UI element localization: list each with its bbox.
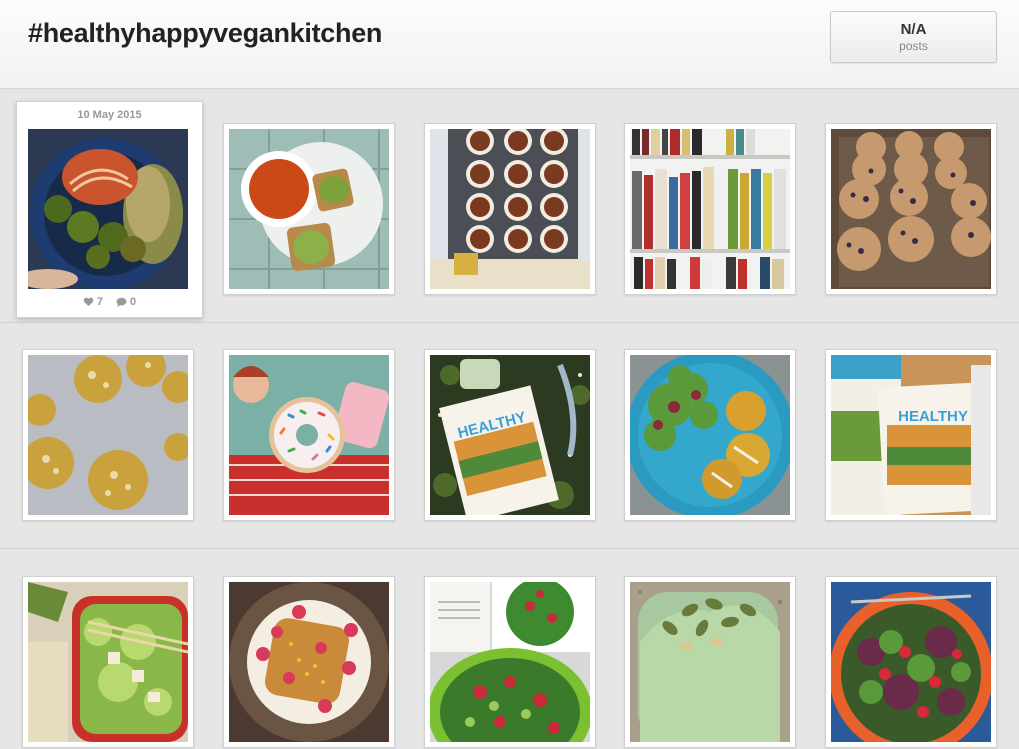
photo-tile[interactable] (223, 349, 395, 521)
photo-strawberry-spinach-salad[interactable] (430, 582, 590, 742)
photo-french-toast-raspberries[interactable] (229, 582, 389, 742)
photo-tile[interactable] (825, 123, 997, 295)
photo-green-smoothie[interactable] (630, 582, 790, 742)
photo-veggie-burger[interactable] (28, 129, 188, 289)
photo-tile[interactable]: HEALTHY (424, 349, 596, 521)
photo-tile[interactable]: HEALTHY (825, 349, 997, 521)
photo-salad-and-patties[interactable] (630, 355, 790, 515)
photo-tile[interactable] (424, 576, 596, 748)
photo-tile[interactable] (825, 576, 997, 748)
likes-stat[interactable]: 7 (83, 296, 103, 308)
photo-bookshelf[interactable] (630, 129, 790, 289)
photo-cupcake-tin[interactable] (430, 129, 590, 289)
photo-sprinkle-donut[interactable] (229, 355, 389, 515)
photo-tile[interactable] (223, 576, 395, 748)
photo-cookbooks-on-table[interactable]: HEALTHY (831, 355, 991, 515)
comments-stat[interactable]: 0 (116, 296, 136, 308)
post-stats: 7 0 (17, 296, 202, 310)
photo-tile[interactable] (624, 349, 796, 521)
photo-tile[interactable] (223, 123, 395, 295)
page-header: #healthyhappyvegankitchen N/A posts (0, 0, 1019, 89)
photo-salad-bowl-chopsticks[interactable] (28, 582, 188, 742)
row-divider (0, 548, 1019, 549)
post-date: 10 May 2015 (77, 109, 142, 121)
posts-count-button[interactable]: N/A posts (830, 11, 997, 63)
photo-mixed-greens-strawberries[interactable] (831, 582, 991, 742)
photo-blueberry-muffins[interactable] (831, 129, 991, 289)
photo-cookbook-on-grass[interactable]: HEALTHY (430, 355, 590, 515)
photo-tile[interactable] (22, 576, 194, 748)
photo-tile[interactable] (624, 123, 796, 295)
likes-count: 7 (96, 296, 103, 308)
svg-text:HEALTHY: HEALTHY (898, 408, 968, 425)
photo-tile-featured[interactable]: 10 May 2015 7 0 (16, 101, 203, 318)
photo-tile[interactable] (22, 349, 194, 521)
comments-count: 0 (130, 296, 137, 308)
posts-count: N/A (900, 21, 927, 38)
row-divider (0, 322, 1019, 323)
photo-oat-cookies[interactable] (28, 355, 188, 515)
photo-tile[interactable] (624, 576, 796, 748)
comment-icon (116, 297, 127, 307)
heart-icon (83, 297, 94, 307)
hashtag-title: #healthyhappyvegankitchen (28, 18, 383, 48)
photo-soup-toast[interactable] (229, 129, 389, 289)
photo-tile[interactable] (424, 123, 596, 295)
posts-label: posts (899, 39, 928, 53)
